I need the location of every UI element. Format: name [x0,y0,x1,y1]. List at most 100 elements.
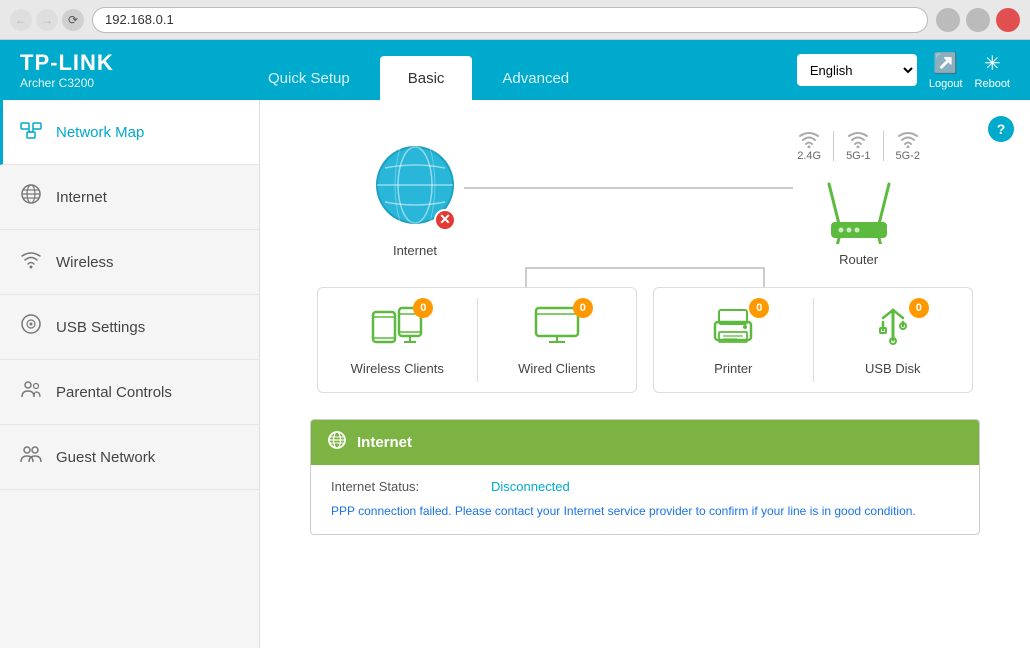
logo-area: TP-LINK Archer C3200 [0,40,220,100]
status-body: Internet Status: Disconnected PPP connec… [311,465,979,534]
sidebar-label-guest-network: Guest Network [56,449,155,466]
model: Archer C3200 [20,76,200,90]
branch-connector [405,267,885,287]
wifi-divider-1 [833,131,834,161]
wireless-clients-badge: 0 [413,298,433,318]
sidebar-label-usb-settings: USB Settings [56,319,145,336]
wifi-label-2g: 2.4G [797,150,821,162]
status-section-title: Internet [357,434,412,451]
reboot-label: Reboot [975,78,1010,90]
internet-status-section: Internet Internet Status: Disconnected P… [310,419,980,535]
usb-disk-badge: 0 [909,298,929,318]
wired-clients-label: Wired Clients [518,361,595,376]
wired-clients-item[interactable]: 0 Wired Clients [478,288,637,392]
router-label: Router [839,252,878,267]
connector-line [464,187,793,189]
reboot-icon: ✳ [984,51,1001,76]
network-diagram: ✕ Internet [290,120,1000,403]
wifi-badge-2g: 2.4G [797,130,821,162]
sidebar-item-usb-settings[interactable]: USB Settings [0,295,259,360]
forward-button[interactable]: → [36,9,58,31]
sidebar-item-internet[interactable]: Internet [0,165,259,230]
tab-advanced[interactable]: Advanced [474,56,597,100]
help-button[interactable]: ? [988,116,1014,142]
logo: TP-LINK [20,50,200,76]
printer-badge: 0 [749,298,769,318]
wireless-clients-icon-wrap: 0 [371,304,423,353]
status-row: Internet Status: Disconnected [331,479,959,494]
router-svg [819,174,899,244]
header-right: English Chinese French German Spanish ↗️… [777,40,1030,100]
printer-item[interactable]: 0 Printer [654,288,813,392]
status-globe-icon [327,430,347,450]
status-message: PPP connection failed. Please contact yo… [331,502,959,520]
usb-disk-label: USB Disk [865,361,921,376]
sidebar-item-parental-controls[interactable]: Parental Controls [0,360,259,425]
left-client-group: 0 Wireless Clients [317,287,637,393]
status-value: Disconnected [491,479,570,494]
parental-controls-icon [20,378,42,406]
sidebar-label-wireless: Wireless [56,254,114,271]
wifi-label-5g2: 5G-2 [896,150,920,162]
sidebar: Network Map Internet [0,100,260,648]
right-client-group: 0 Printer [653,287,973,393]
tab-quick-setup[interactable]: Quick Setup [240,56,378,100]
network-map-area: ? [260,100,1030,535]
sidebar-item-network-map[interactable]: Network Map [0,100,259,165]
network-map-icon [20,118,42,146]
back-button[interactable]: ← [10,9,32,31]
wifi-icon-2g [798,130,820,148]
internet-icon-wrap: ✕ [370,140,460,235]
usb-disk-icon-wrap: 0 [867,304,919,353]
browser-chrome: ← → ⟳ [0,0,1030,40]
sidebar-label-network-map: Network Map [56,124,144,141]
status-message-text: PPP connection failed. Please contact yo… [331,504,916,518]
language-select[interactable]: English Chinese French German Spanish [797,54,917,86]
app: TP-LINK Archer C3200 Quick Setup Basic A… [0,40,1030,648]
logout-icon: ↗️ [933,51,958,76]
wifi-badge-5g2: 5G-2 [896,130,920,162]
guest-network-icon [20,443,42,471]
internet-label: Internet [393,243,437,258]
internet-device: ✕ Internet [370,140,460,258]
tab-basic[interactable]: Basic [380,56,473,100]
status-header-icon [327,430,347,455]
refresh-button[interactable]: ⟳ [62,9,84,31]
address-bar[interactable] [92,7,928,33]
sidebar-label-internet: Internet [56,189,107,206]
status-label: Internet Status: [331,479,491,494]
status-header: Internet [311,420,979,465]
printer-icon-wrap: 0 [707,304,759,353]
usb-disk-item[interactable]: 0 USB Disk [814,288,973,392]
main: Network Map Internet [0,100,1030,648]
usb-settings-icon [20,313,42,341]
wireless-icon [20,248,42,276]
browser-icon-2 [966,8,990,32]
internet-icon [20,183,42,211]
wifi-icon-5g1 [847,130,869,148]
reboot-button[interactable]: ✳ Reboot [975,51,1010,90]
sidebar-item-guest-network[interactable]: Guest Network [0,425,259,490]
clients-row: 0 Wireless Clients [290,287,1000,393]
wifi-label-5g1: 5G-1 [846,150,870,162]
wired-clients-icon-wrap: 0 [531,304,583,353]
wifi-icon-5g2 [897,130,919,148]
wireless-clients-label: Wireless Clients [351,361,444,376]
router-device: 2.4G 5G-1 [797,130,920,267]
sidebar-item-wireless[interactable]: Wireless [0,230,259,295]
content-area: ? [260,100,1030,648]
wifi-badge-5g1: 5G-1 [846,130,870,162]
wifi-badges: 2.4G 5G-1 [797,130,920,162]
logout-button[interactable]: ↗️ Logout [929,51,963,90]
nav-tabs: Quick Setup Basic Advanced [220,40,777,100]
error-badge: ✕ [434,209,456,231]
wifi-divider-2 [883,131,884,161]
wired-clients-badge: 0 [573,298,593,318]
sidebar-label-parental-controls: Parental Controls [56,384,172,401]
browser-icon-3 [996,8,1020,32]
logout-label: Logout [929,78,963,90]
wireless-clients-item[interactable]: 0 Wireless Clients [318,288,477,392]
browser-icon-1 [936,8,960,32]
header: TP-LINK Archer C3200 Quick Setup Basic A… [0,40,1030,100]
printer-label: Printer [714,361,752,376]
